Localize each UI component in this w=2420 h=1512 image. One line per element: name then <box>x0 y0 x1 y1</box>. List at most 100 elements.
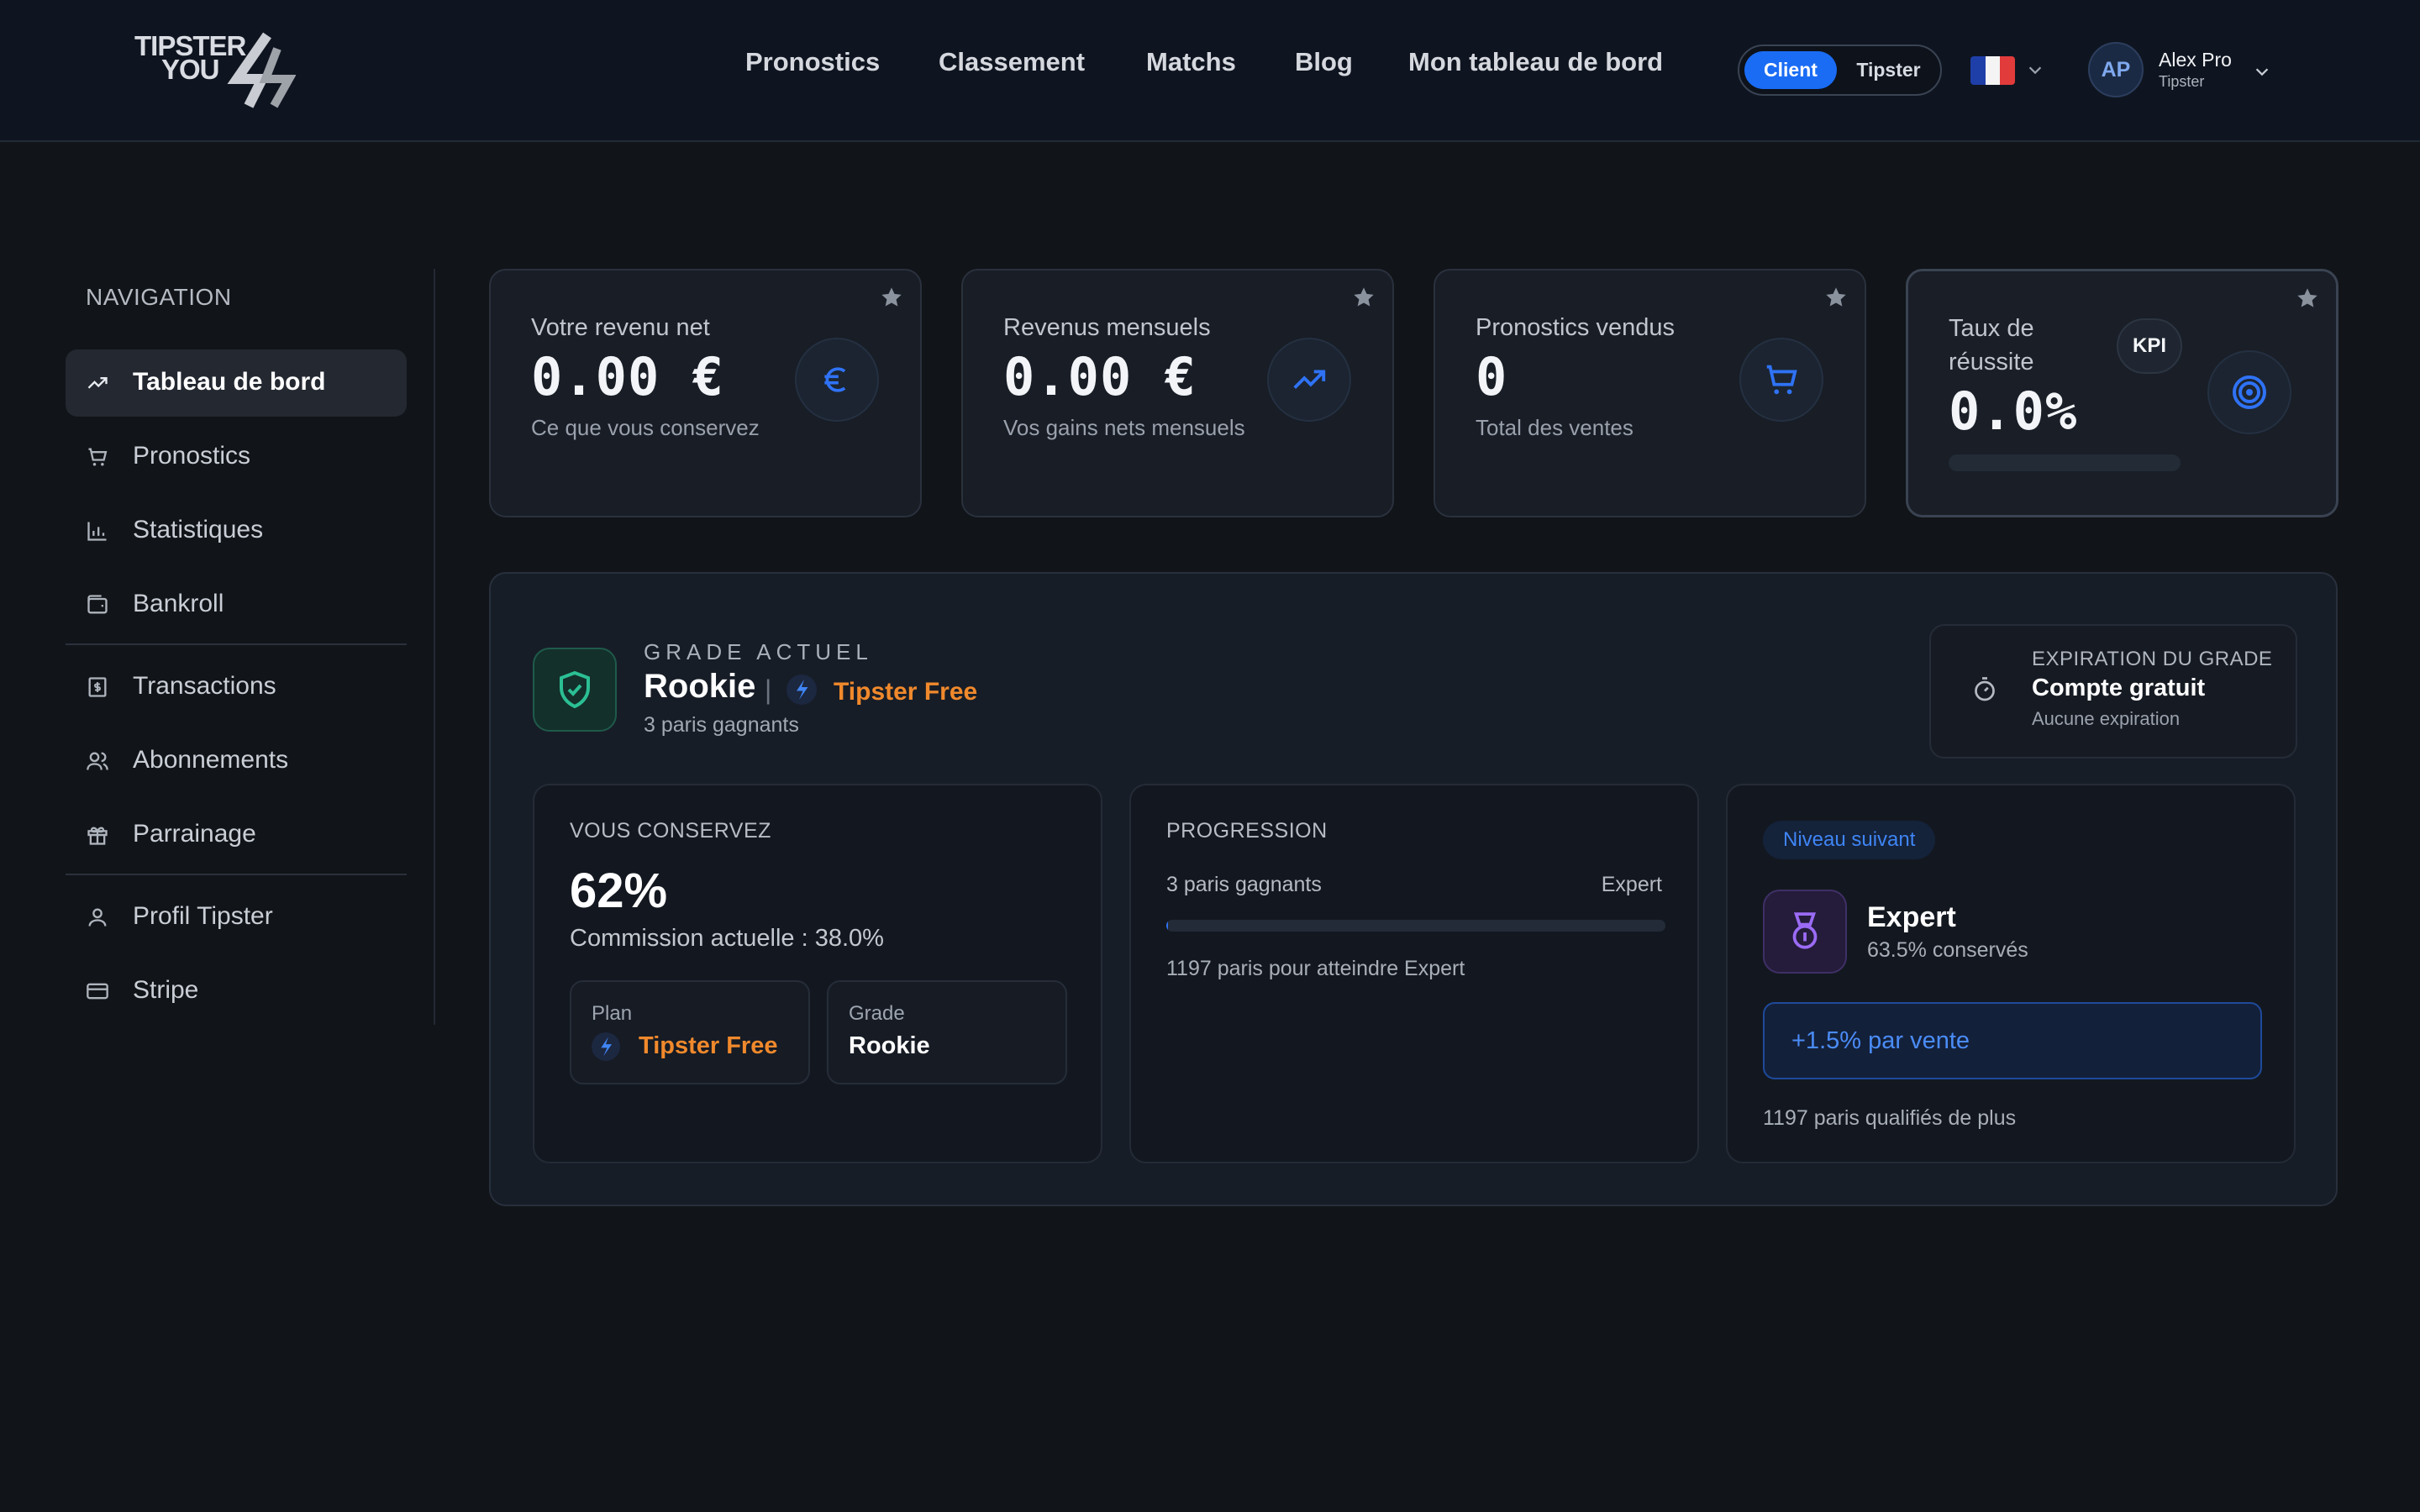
receipt-dollar-icon <box>88 677 107 697</box>
nav-matchs[interactable]: Matchs <box>1146 47 1236 77</box>
shield-badge <box>533 648 617 732</box>
nav-pronostics[interactable]: Pronostics <box>745 47 880 77</box>
next-level-card: Niveau suivant Expert 63.5% conservés +1… <box>1726 784 2296 1163</box>
kpi-icon-badge <box>2207 350 2291 434</box>
kpi-progress-track <box>1949 454 2181 471</box>
plan-mini-card: Plan Tipster Free <box>570 980 810 1084</box>
kpi-value: 0.00 € <box>531 346 724 407</box>
nav-blog[interactable]: Blog <box>1295 47 1353 77</box>
sidebar-item-label: Stripe <box>133 976 199 1004</box>
users-icon <box>87 752 108 770</box>
sidebar-item-abonnements[interactable]: Abonnements <box>66 727 407 795</box>
kpi-label: Votre revenu net <box>531 314 710 341</box>
keep-eyebrow: VOUS CONSERVEZ <box>570 819 771 843</box>
sidebar-item-stripe[interactable]: Stripe <box>66 958 407 1025</box>
toggle-tipster[interactable]: Tipster <box>1840 51 1937 89</box>
sidebar-item-label: Tableau de bord <box>133 368 326 396</box>
grade-label: Grade <box>849 1002 905 1025</box>
next-level-subtitle: 63.5% conservés <box>1867 938 2028 962</box>
shield-check-icon <box>560 670 590 709</box>
sidebar-item-label: Bankroll <box>133 590 224 617</box>
sidebar-item-transactions[interactable]: Transactions <box>66 654 407 721</box>
progression-card: PROGRESSION 3 paris gagnants Expert 1197… <box>1129 784 1699 1163</box>
chevron-down-icon <box>2255 68 2269 76</box>
expiration-title: Compte gratuit <box>2032 675 2206 701</box>
grade-panel: GRADE ACTUEL Rookie | Tipster Free 3 par… <box>489 572 2338 1206</box>
bolt-icon <box>592 1032 620 1061</box>
kpi-subtitle: Ce que vous conservez <box>531 415 760 440</box>
sidebar-item-statistiques[interactable]: Statistiques <box>66 497 407 564</box>
euro-icon <box>824 367 846 392</box>
tipsteryou-logo[interactable]: TIPSTER YOU <box>133 29 301 111</box>
kpi-subtitle: Total des ventes <box>1476 415 1634 440</box>
star-icon[interactable] <box>880 286 903 309</box>
kpi-card-revenu-net: Votre revenu net 0.00 € Ce que vous cons… <box>489 269 922 517</box>
sidebar-divider <box>66 874 407 875</box>
target-icon <box>2233 375 2266 409</box>
language-selector[interactable] <box>1970 54 2048 87</box>
nav-classement[interactable]: Classement <box>939 47 1085 77</box>
plan-label: Plan <box>592 1002 633 1025</box>
grade-eyebrow: GRADE ACTUEL <box>644 639 873 664</box>
bolt-icon <box>786 675 817 705</box>
kpi-subtitle: Vos gains nets mensuels <box>1003 415 1245 440</box>
star-icon[interactable] <box>1352 286 1376 309</box>
sidebar-item-pronostics[interactable]: Pronostics <box>66 423 407 491</box>
sidebar-item-tableau-de-bord[interactable]: Tableau de bord <box>66 349 407 417</box>
star-icon[interactable] <box>1824 286 1848 309</box>
next-level-note: 1197 paris qualifiés de plus <box>1763 1106 2017 1130</box>
kpi-label: Pronostics vendus <box>1476 314 1675 341</box>
logo-text-line2: YOU <box>161 54 220 85</box>
star-icon[interactable] <box>2296 286 2319 310</box>
trending-up-icon <box>87 377 108 389</box>
sidebar-item-label: Statistiques <box>133 516 264 543</box>
trending-up-icon <box>1293 370 1326 389</box>
kpi-value: 0 <box>1476 346 1508 407</box>
progression-current: 3 paris gagnants <box>1166 873 1322 896</box>
grade-plan: Tipster Free <box>834 678 978 706</box>
next-level-badge: Niveau suivant <box>1763 821 1936 859</box>
grade-wins: 3 paris gagnants <box>644 713 799 737</box>
cart-icon <box>88 448 108 466</box>
sidebar-item-label: Parrainage <box>133 820 256 848</box>
toggle-client[interactable]: Client <box>1744 51 1837 89</box>
kpi-card-revenus-mensuels: Revenus mensuels 0.00 € Vos gains nets m… <box>961 269 1394 517</box>
next-level-title: Expert <box>1867 901 1956 933</box>
user-menu[interactable]: AP Alex Pro Tipster <box>2088 42 2273 99</box>
gift-icon <box>87 827 108 845</box>
nav-mon-tableau-de-bord[interactable]: Mon tableau de bord <box>1408 47 1663 77</box>
progression-eyebrow: PROGRESSION <box>1166 819 1328 843</box>
keep-card: VOUS CONSERVEZ 62% Commission actuelle :… <box>533 784 1102 1163</box>
kpi-badge: KPI <box>2117 318 2182 374</box>
kpi-card-pronostics-vendus: Pronostics vendus 0 Total des ventes <box>1434 269 1866 517</box>
progression-target: Expert <box>1601 873 1662 896</box>
user-name: Alex Pro <box>2159 49 2232 71</box>
sidebar-item-parrainage[interactable]: Parrainage <box>66 801 407 869</box>
france-flag-icon <box>1970 56 2015 85</box>
kpi-label: Revenus mensuels <box>1003 314 1211 341</box>
kpi-icon-badge <box>795 338 879 422</box>
sidebar: NAVIGATION Tableau de bord Pronostics St… <box>66 269 435 1025</box>
bonus-per-sale-button[interactable]: +1.5% par vente <box>1763 1002 2262 1079</box>
medal-badge <box>1763 890 1847 974</box>
sidebar-title: NAVIGATION <box>86 284 232 310</box>
progress-bar <box>1166 920 1665 932</box>
timer-icon <box>1975 677 1995 701</box>
sidebar-item-label: Transactions <box>133 672 276 700</box>
sidebar-item-bankroll[interactable]: Bankroll <box>66 571 407 638</box>
grade-name: Rookie <box>644 668 756 705</box>
avatar: AP <box>2088 42 2144 97</box>
kpi-icon-badge <box>1739 338 1823 422</box>
bar-chart-icon <box>87 522 107 541</box>
sidebar-item-profil-tipster[interactable]: Profil Tipster <box>66 884 407 951</box>
user-role: Tipster <box>2159 73 2205 90</box>
client-tipster-toggle: Client Tipster <box>1738 45 1942 96</box>
plan-value: Tipster Free <box>639 1032 778 1059</box>
kpi-value: 0.00 € <box>1003 346 1197 407</box>
medal-icon <box>1792 912 1818 949</box>
chevron-down-icon <box>2028 66 2042 75</box>
commission-text: Commission actuelle : 38.0% <box>570 925 884 952</box>
kpi-icon-badge <box>1267 338 1351 422</box>
sidebar-item-label: Abonnements <box>133 746 289 774</box>
kpi-label-line1: Taux de <box>1949 315 2034 342</box>
